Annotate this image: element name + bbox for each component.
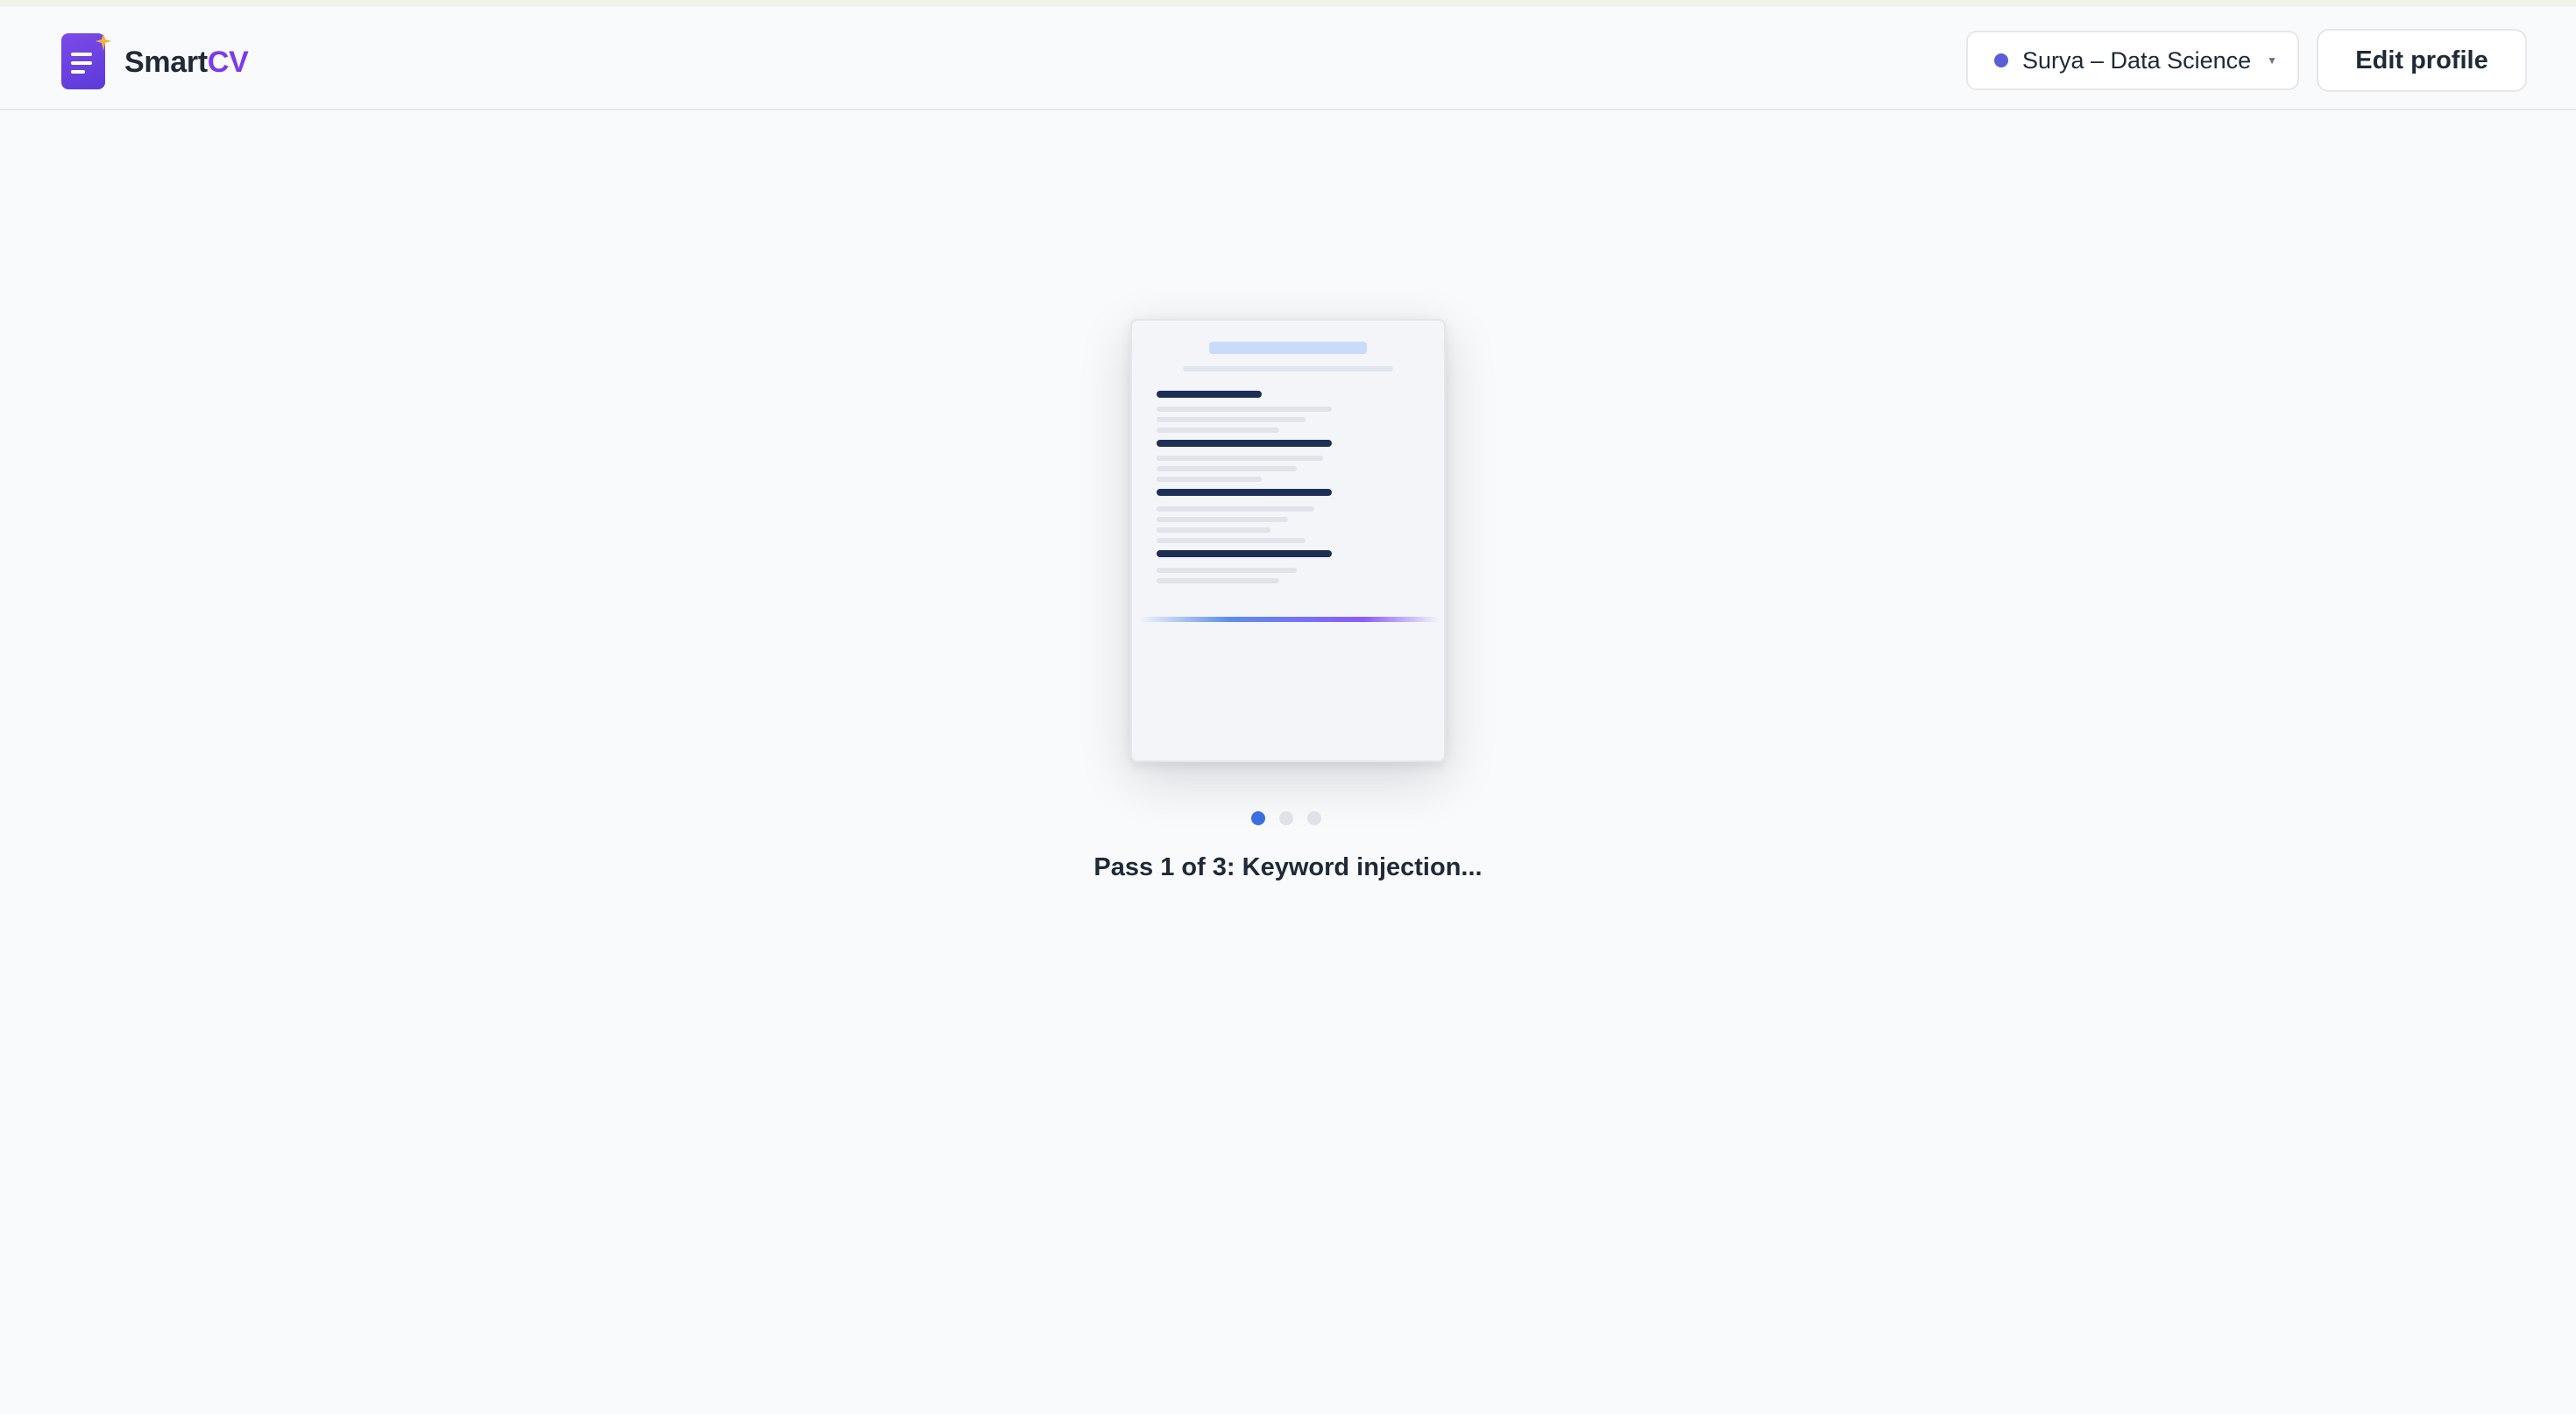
brand-name: SmartCV <box>124 46 249 80</box>
app-header: SmartCV Surya – Data Science ▼ Edit prof… <box>0 7 2576 110</box>
pass-progress-indicator <box>1251 811 1330 825</box>
document-sparkle-icon <box>61 32 114 93</box>
pass-dot-2 <box>1279 811 1293 825</box>
top-accent-bar <box>0 0 2576 7</box>
brand-name-primary: Smart <box>124 45 208 79</box>
brand-name-accent: CV <box>207 45 249 79</box>
pass-dot-3 <box>1307 811 1321 825</box>
edit-profile-button[interactable]: Edit profile <box>2317 29 2527 92</box>
generation-status-text: Pass 1 of 3: Keyword injection... <box>1093 853 1483 881</box>
profile-selector-label: Surya – Data Science <box>2022 46 2252 74</box>
brand-logo-link[interactable]: SmartCV <box>61 32 249 93</box>
profile-status-dot <box>1994 53 2008 67</box>
resume-document-icon <box>1130 319 1446 762</box>
chevron-down-icon: ▼ <box>2267 54 2278 67</box>
profile-selector[interactable]: Surya – Data Science ▼ <box>1966 31 2299 90</box>
pass-dot-1 <box>1251 811 1265 825</box>
scan-progress-line <box>1139 617 1439 622</box>
